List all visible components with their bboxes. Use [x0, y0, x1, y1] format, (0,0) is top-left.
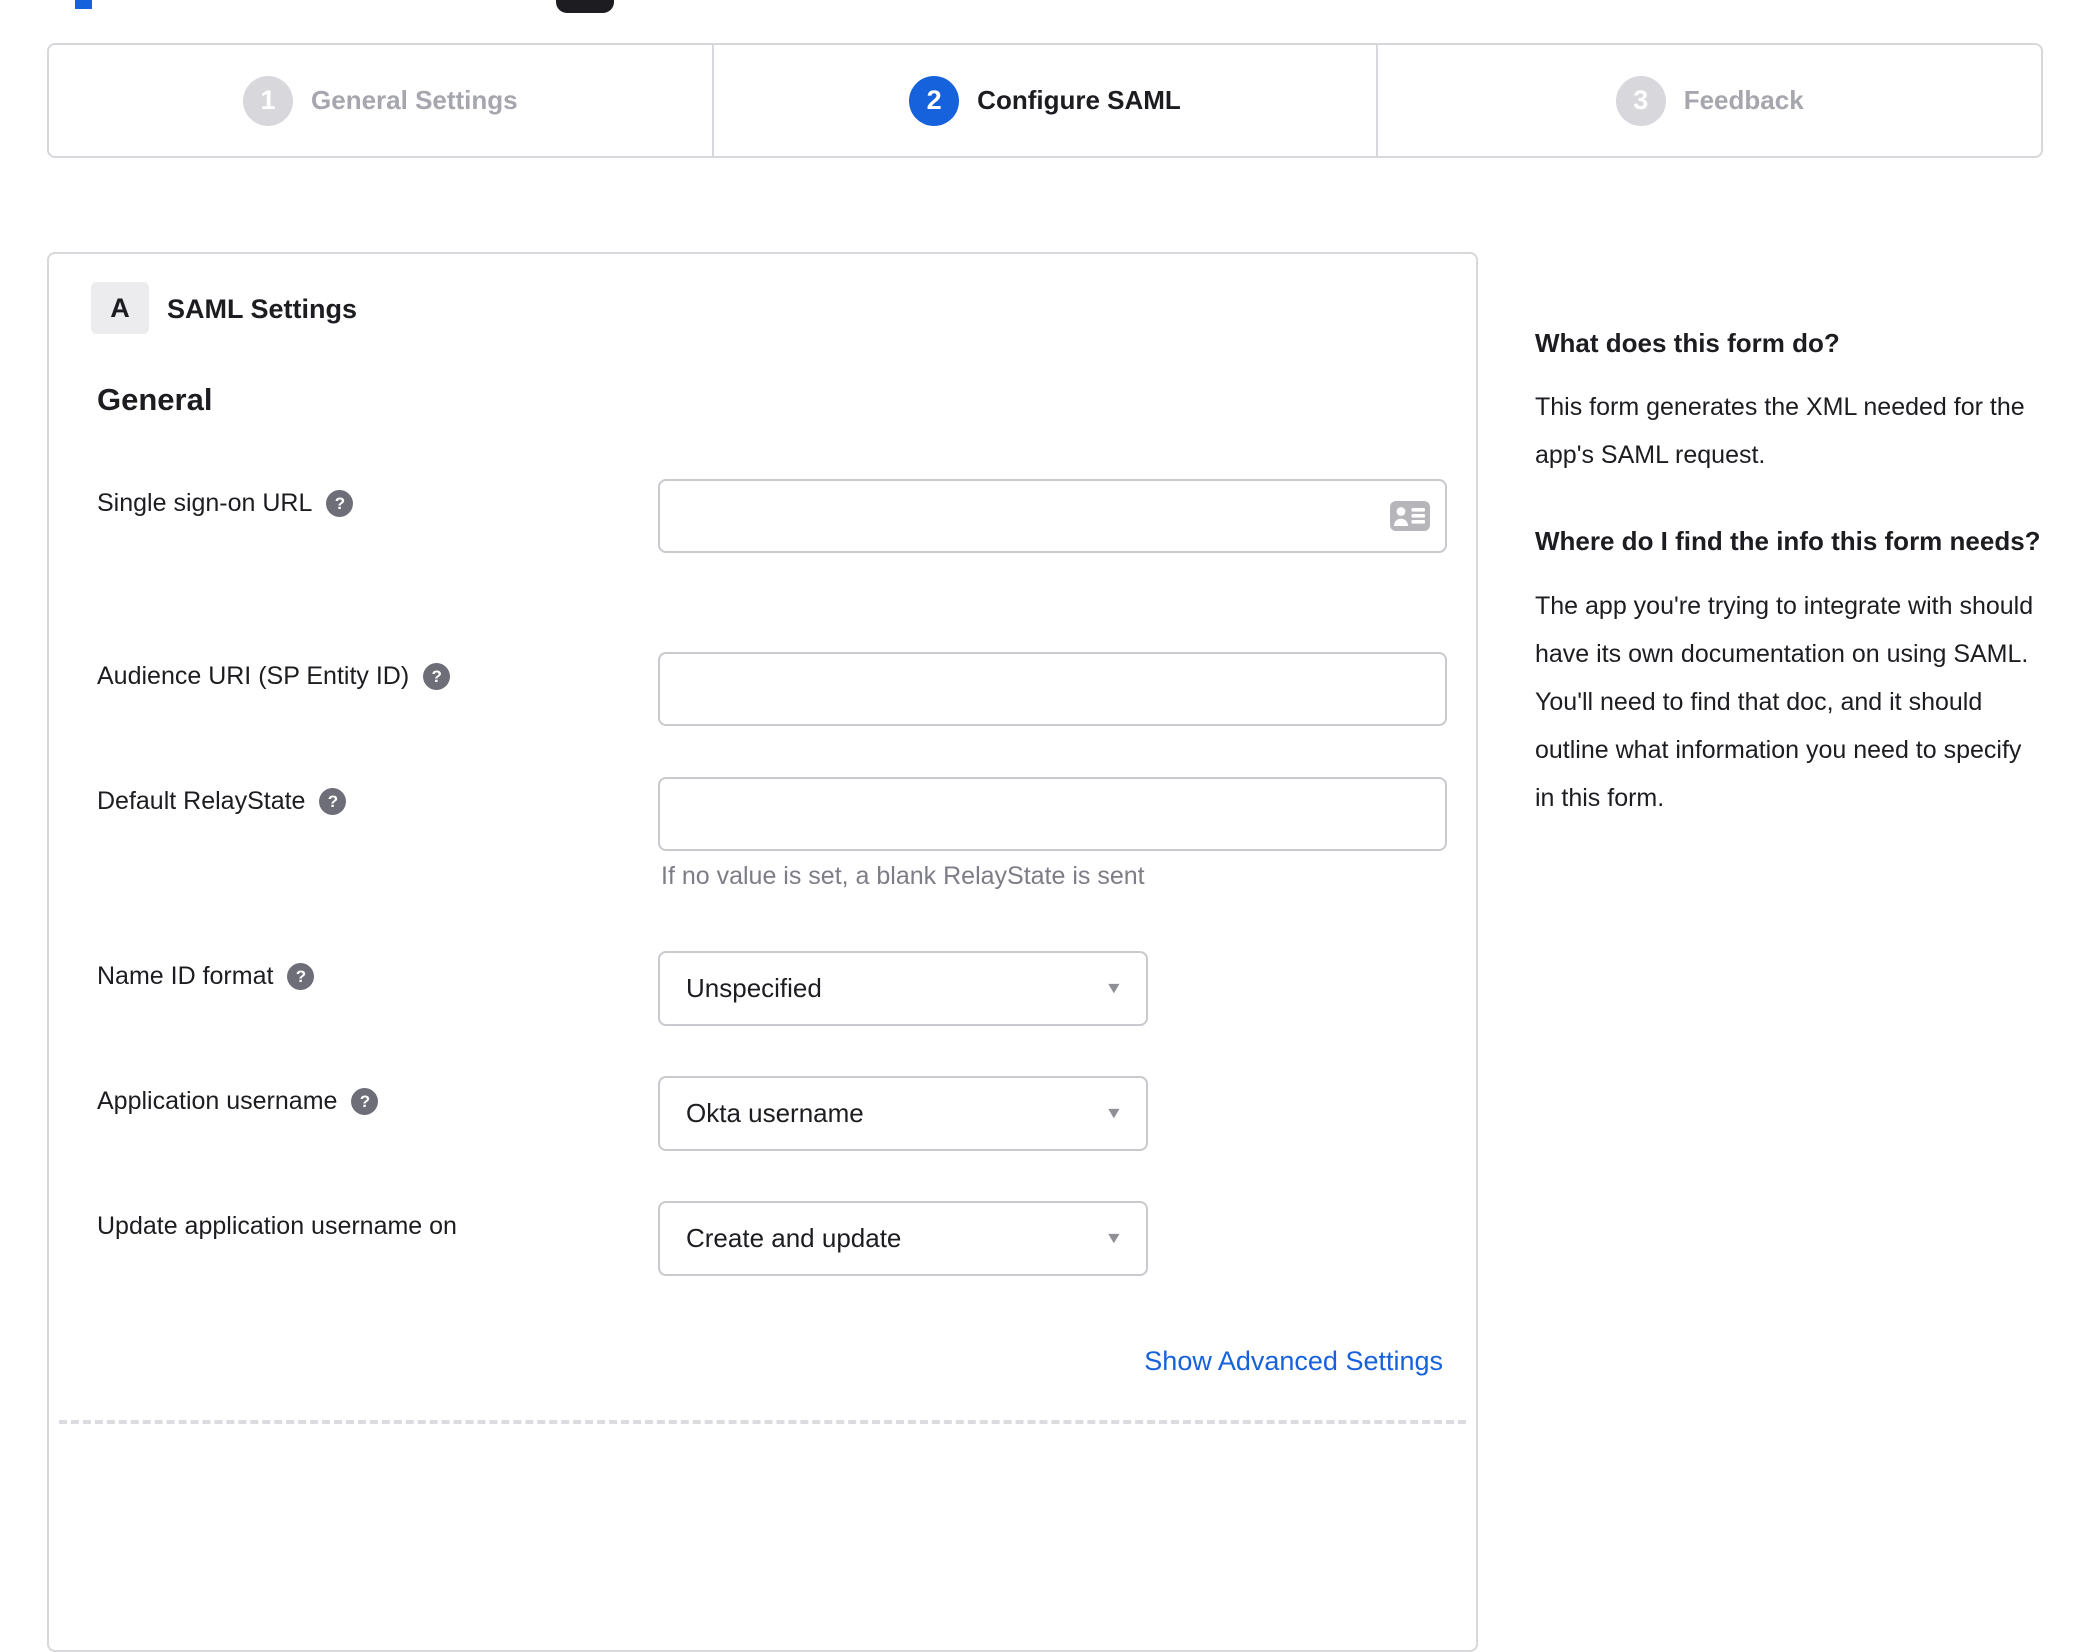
name-id-format-label: Name ID format ? [97, 962, 315, 991]
chevron-down-icon: ▼ [1104, 979, 1124, 997]
card-title: SAML Settings [167, 294, 358, 324]
update-username-value: Create and update [686, 1223, 902, 1253]
help-icon[interactable]: ? [326, 490, 354, 517]
help-q1-title: What does this form do? [1535, 328, 1840, 358]
step-feedback[interactable]: 3 Feedback [1376, 45, 2041, 156]
audience-uri-label: Audience URI (SP Entity ID) ? [97, 662, 451, 691]
name-id-format-value: Unspecified [686, 973, 822, 1003]
autofill-contact-icon[interactable] [1389, 500, 1431, 532]
update-username-select[interactable]: Create and update ▼ [658, 1201, 1148, 1276]
sso-url-label: Single sign-on URL ? [97, 489, 354, 518]
chevron-down-icon: ▼ [1104, 1229, 1124, 1247]
help-q2-title: Where do I find the info this form needs… [1535, 526, 2041, 557]
update-username-label: Update application username on [97, 1212, 457, 1241]
sso-url-input[interactable] [658, 479, 1447, 553]
help-q2-body: The app you're trying to integrate with … [1535, 591, 2034, 812]
step-number-badge: 1 [243, 75, 294, 126]
relay-state-label: Default RelayState ? [97, 787, 347, 816]
sso-url-label-text: Single sign-on URL [97, 489, 313, 517]
audience-uri-label-text: Audience URI (SP Entity ID) [97, 662, 410, 690]
update-username-label-text: Update application username on [97, 1212, 457, 1240]
chevron-down-icon: ▼ [1104, 1104, 1124, 1122]
help-panel: What does this form do? This form genera… [1535, 325, 2043, 866]
cropped-link-fragment [75, 0, 92, 9]
saml-settings-card: A SAML Settings General Single sign-on U… [47, 252, 1478, 1652]
show-advanced-settings-link[interactable]: Show Advanced Settings [1144, 1346, 1443, 1377]
app-username-select[interactable]: Okta username ▼ [658, 1076, 1148, 1151]
help-q1-body: This form generates the XML needed for t… [1535, 393, 2025, 470]
help-icon[interactable]: ? [351, 1088, 379, 1115]
step-number-badge: 2 [909, 75, 960, 126]
help-icon[interactable]: ? [423, 663, 451, 690]
step-label: Configure SAML [977, 85, 1181, 115]
section-a-badge: A [91, 282, 149, 334]
section-dashed-divider [59, 1420, 1466, 1424]
app-username-label-text: Application username [97, 1087, 338, 1115]
step-number-badge: 3 [1615, 75, 1666, 126]
help-icon[interactable]: ? [319, 788, 347, 815]
audience-uri-input[interactable] [658, 652, 1447, 726]
step-general-settings[interactable]: 1 General Settings [49, 45, 712, 156]
step-label: Feedback [1683, 85, 1804, 115]
name-id-format-label-text: Name ID format [97, 962, 274, 990]
step-configure-saml[interactable]: 2 Configure SAML [711, 45, 1377, 156]
wizard-stepper: 1 General Settings 2 Configure SAML 3 Fe… [47, 43, 2043, 158]
relay-state-label-text: Default RelayState [97, 787, 306, 815]
app-username-value: Okta username [686, 1098, 864, 1128]
help-icon[interactable]: ? [287, 963, 315, 990]
relay-state-input[interactable] [658, 777, 1447, 851]
relay-state-hint: If no value is set, a blank RelayState i… [661, 862, 1145, 890]
general-section-heading: General [97, 382, 213, 417]
step-label: General Settings [311, 85, 518, 115]
cropped-logo-fragment [556, 0, 614, 13]
app-username-label: Application username ? [97, 1087, 379, 1116]
name-id-format-select[interactable]: Unspecified ▼ [658, 951, 1148, 1026]
